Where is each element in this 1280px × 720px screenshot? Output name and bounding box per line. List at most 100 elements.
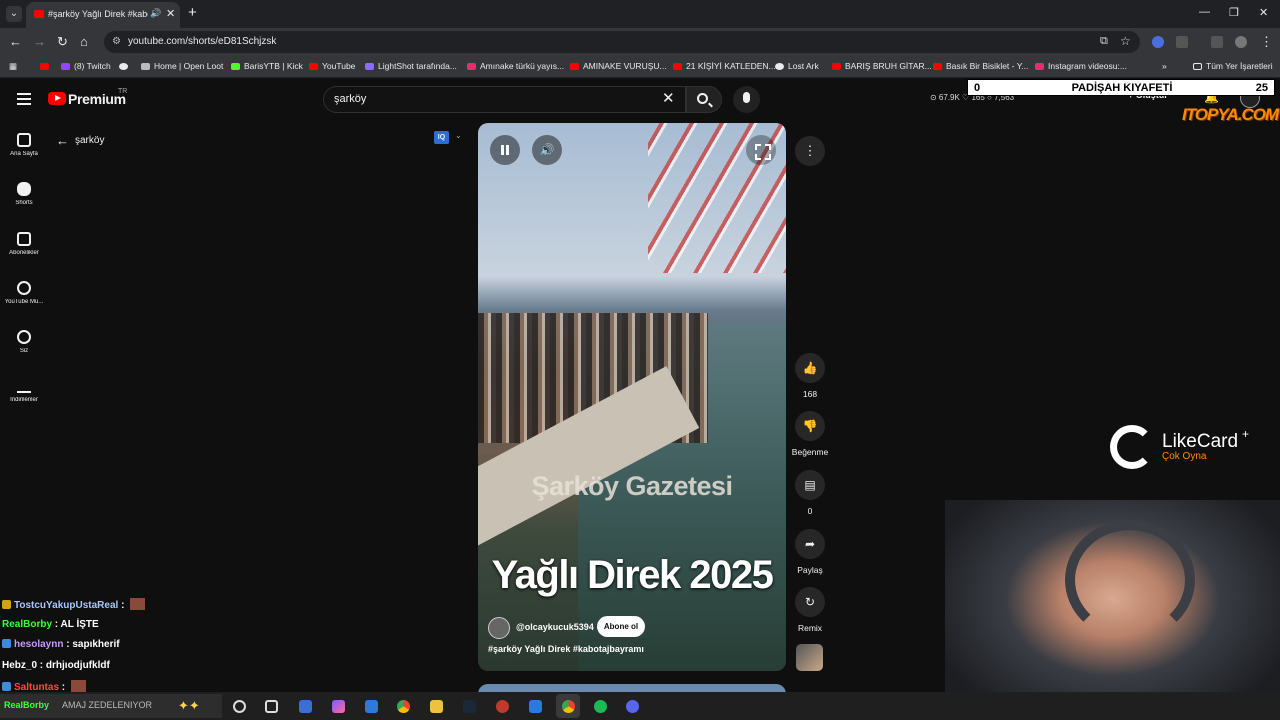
- youtube-music-icon: [17, 281, 31, 295]
- dislike-button[interactable]: 👎 Beğenme: [788, 411, 832, 457]
- minimize-icon[interactable]: —: [1199, 6, 1210, 18]
- extensions-puzzle-icon[interactable]: [1176, 36, 1188, 48]
- spotify-icon[interactable]: [594, 700, 607, 713]
- microphone-icon: [743, 92, 750, 103]
- remix-button[interactable]: ↻ Remix: [788, 587, 832, 633]
- obs-icon[interactable]: [496, 700, 509, 713]
- score-right: 25: [1255, 82, 1268, 94]
- video-title[interactable]: #şarköy Yağlı Direk #kabotajbayramı: [488, 644, 644, 654]
- reload-icon[interactable]: ↻: [57, 34, 68, 50]
- clear-search-icon[interactable]: ✕: [662, 89, 675, 107]
- home-icon: [17, 133, 31, 147]
- sidebar-item-home[interactable]: Ana Sayfa: [0, 133, 48, 157]
- bookmark-item[interactable]: AMINAKE VURUŞU...: [570, 61, 667, 71]
- site-info-icon[interactable]: ⚙: [112, 36, 121, 47]
- chrome-icon[interactable]: [562, 700, 575, 713]
- bookmark-item[interactable]: BarisYTB | Kick: [231, 61, 303, 71]
- iq-extension-badge[interactable]: IQ: [434, 131, 449, 144]
- cortana-icon[interactable]: [233, 700, 246, 713]
- copilot-icon[interactable]: [332, 700, 345, 713]
- download-icon: [17, 379, 31, 393]
- app-icon[interactable]: [529, 700, 542, 713]
- sidebar-item-shorts[interactable]: Shorts: [0, 182, 48, 206]
- channel-avatar[interactable]: [488, 617, 510, 639]
- bookmark-label: Basık Bir Bisiklet - Y...: [946, 61, 1029, 71]
- channel-name[interactable]: @olcaykucuk5394: [516, 622, 594, 632]
- sidebar-item-you[interactable]: Siz: [0, 330, 48, 354]
- sidebar-item-youtube-music[interactable]: YouTube Mu...: [0, 281, 48, 305]
- like-button[interactable]: 👍 168: [788, 353, 832, 399]
- chat-text: AL İŞTE: [60, 618, 99, 630]
- sidebar-item-downloads[interactable]: İndirilenler: [0, 379, 48, 403]
- sound-thumbnail[interactable]: [796, 644, 823, 671]
- bookmark-item[interactable]: 21 KİŞİYİ KATLEDEN...: [673, 61, 776, 71]
- share-button[interactable]: ➦ Paylaş: [788, 529, 832, 575]
- back-label[interactable]: şarköy: [75, 135, 104, 146]
- browser-tab[interactable]: #şarköy Yağlı Direk #kabotajbayramı 🔊 ✕: [26, 2, 180, 28]
- task-view-icon[interactable]: [265, 700, 278, 713]
- youtube-logo-icon[interactable]: [48, 92, 66, 105]
- store-icon[interactable]: [365, 700, 378, 713]
- chat-message: TostcuYakupUstaReal :: [2, 598, 202, 619]
- bookmark-item[interactable]: LightShot tarafında...: [365, 61, 457, 71]
- bookmark-item[interactable]: Lost Ark: [775, 61, 819, 71]
- tab-title: #şarköy Yağlı Direk #kabotajbayramı: [48, 9, 148, 19]
- more-options-icon[interactable]: ⋮: [795, 136, 825, 166]
- search-input[interactable]: [323, 86, 686, 113]
- bookmark-item[interactable]: YouTube: [309, 61, 355, 71]
- media-control-icon[interactable]: [1211, 36, 1223, 48]
- bookmark-item[interactable]: [119, 61, 132, 71]
- close-window-icon[interactable]: ✕: [1259, 6, 1268, 19]
- profile-icon[interactable]: [1235, 36, 1247, 48]
- you-icon: [17, 330, 31, 344]
- back-arrow-icon[interactable]: ←: [56, 133, 69, 148]
- bookmark-item[interactable]: Basık Bir Bisiklet - Y...: [933, 61, 1028, 71]
- restore-icon[interactable]: ❐: [1229, 6, 1239, 19]
- likecard-name: LikeCard: [1162, 431, 1239, 452]
- hamburger-menu-icon[interactable]: [17, 93, 31, 105]
- chat-text: drhjıodjufkldf: [45, 659, 110, 671]
- bookmarks-overflow-icon[interactable]: »: [1162, 61, 1167, 71]
- tab-list-icon[interactable]: ⌄: [6, 6, 22, 22]
- search-button[interactable]: [686, 86, 722, 113]
- voice-search-button[interactable]: [733, 86, 760, 113]
- speaker-icon[interactable]: 🔊: [150, 8, 161, 19]
- browser-menu-icon[interactable]: ⋮: [1260, 34, 1273, 50]
- new-tab-icon[interactable]: +: [188, 4, 197, 21]
- bookmark-item[interactable]: Amınake türkü yayıs...: [467, 61, 564, 71]
- bookmark-item[interactable]: BARIŞ BRUH GİTAR...: [832, 61, 932, 71]
- chrome-icon[interactable]: [397, 700, 410, 713]
- taskbar-search[interactable]: RealBorby AMAJ ZEDELENIYOR ✦✦: [0, 694, 222, 718]
- steam-icon[interactable]: [463, 700, 476, 713]
- app-icon[interactable]: [299, 700, 312, 713]
- video-watermark: Şarköy Gazetesi: [531, 471, 733, 501]
- search-query[interactable]: şarköy: [334, 93, 366, 105]
- bookmark-item[interactable]: (8) Twitch: [61, 61, 111, 71]
- address-bar[interactable]: ⚙ youtube.com/shorts/eD81Schjzsk ⧉ ☆: [104, 31, 1140, 53]
- chevron-down-icon[interactable]: ⌄: [455, 131, 462, 140]
- extension-icon[interactable]: [1152, 36, 1164, 48]
- install-app-icon[interactable]: ⧉: [1100, 35, 1108, 48]
- forward-icon[interactable]: →: [33, 34, 46, 50]
- discord-icon[interactable]: [626, 700, 639, 713]
- file-explorer-icon[interactable]: [430, 700, 443, 713]
- bookmark-item[interactable]: [40, 61, 53, 71]
- apps-grid-icon[interactable]: ▦: [9, 61, 17, 72]
- back-icon[interactable]: ←: [9, 34, 22, 50]
- shorts-video-player[interactable]: Şarköy Gazetesi Yağlı Direk 2025 🔊 @olca…: [478, 123, 786, 671]
- pause-button[interactable]: [490, 135, 520, 165]
- chat-badge-icon: [2, 682, 11, 691]
- sidebar-item-subscriptions[interactable]: Abonelikler: [0, 232, 48, 256]
- bookmark-item[interactable]: Instagram videosu:...: [1035, 61, 1127, 71]
- bookmark-star-icon[interactable]: ☆: [1120, 34, 1131, 48]
- fullscreen-button[interactable]: [746, 135, 776, 165]
- close-tab-icon[interactable]: ✕: [166, 7, 175, 20]
- sidebar-item-label: Ana Sayfa: [10, 151, 38, 157]
- taskbar-search-user: RealBorby: [4, 700, 50, 710]
- comments-button[interactable]: ▤ 0: [788, 470, 832, 516]
- volume-button[interactable]: 🔊: [532, 135, 562, 165]
- bookmark-item[interactable]: Home | Open Loot: [141, 61, 223, 71]
- subscribe-button[interactable]: Abone ol: [597, 616, 645, 637]
- all-bookmarks-folder[interactable]: Tüm Yer İşaretleri: [1193, 61, 1273, 71]
- home-icon[interactable]: ⌂: [80, 34, 88, 50]
